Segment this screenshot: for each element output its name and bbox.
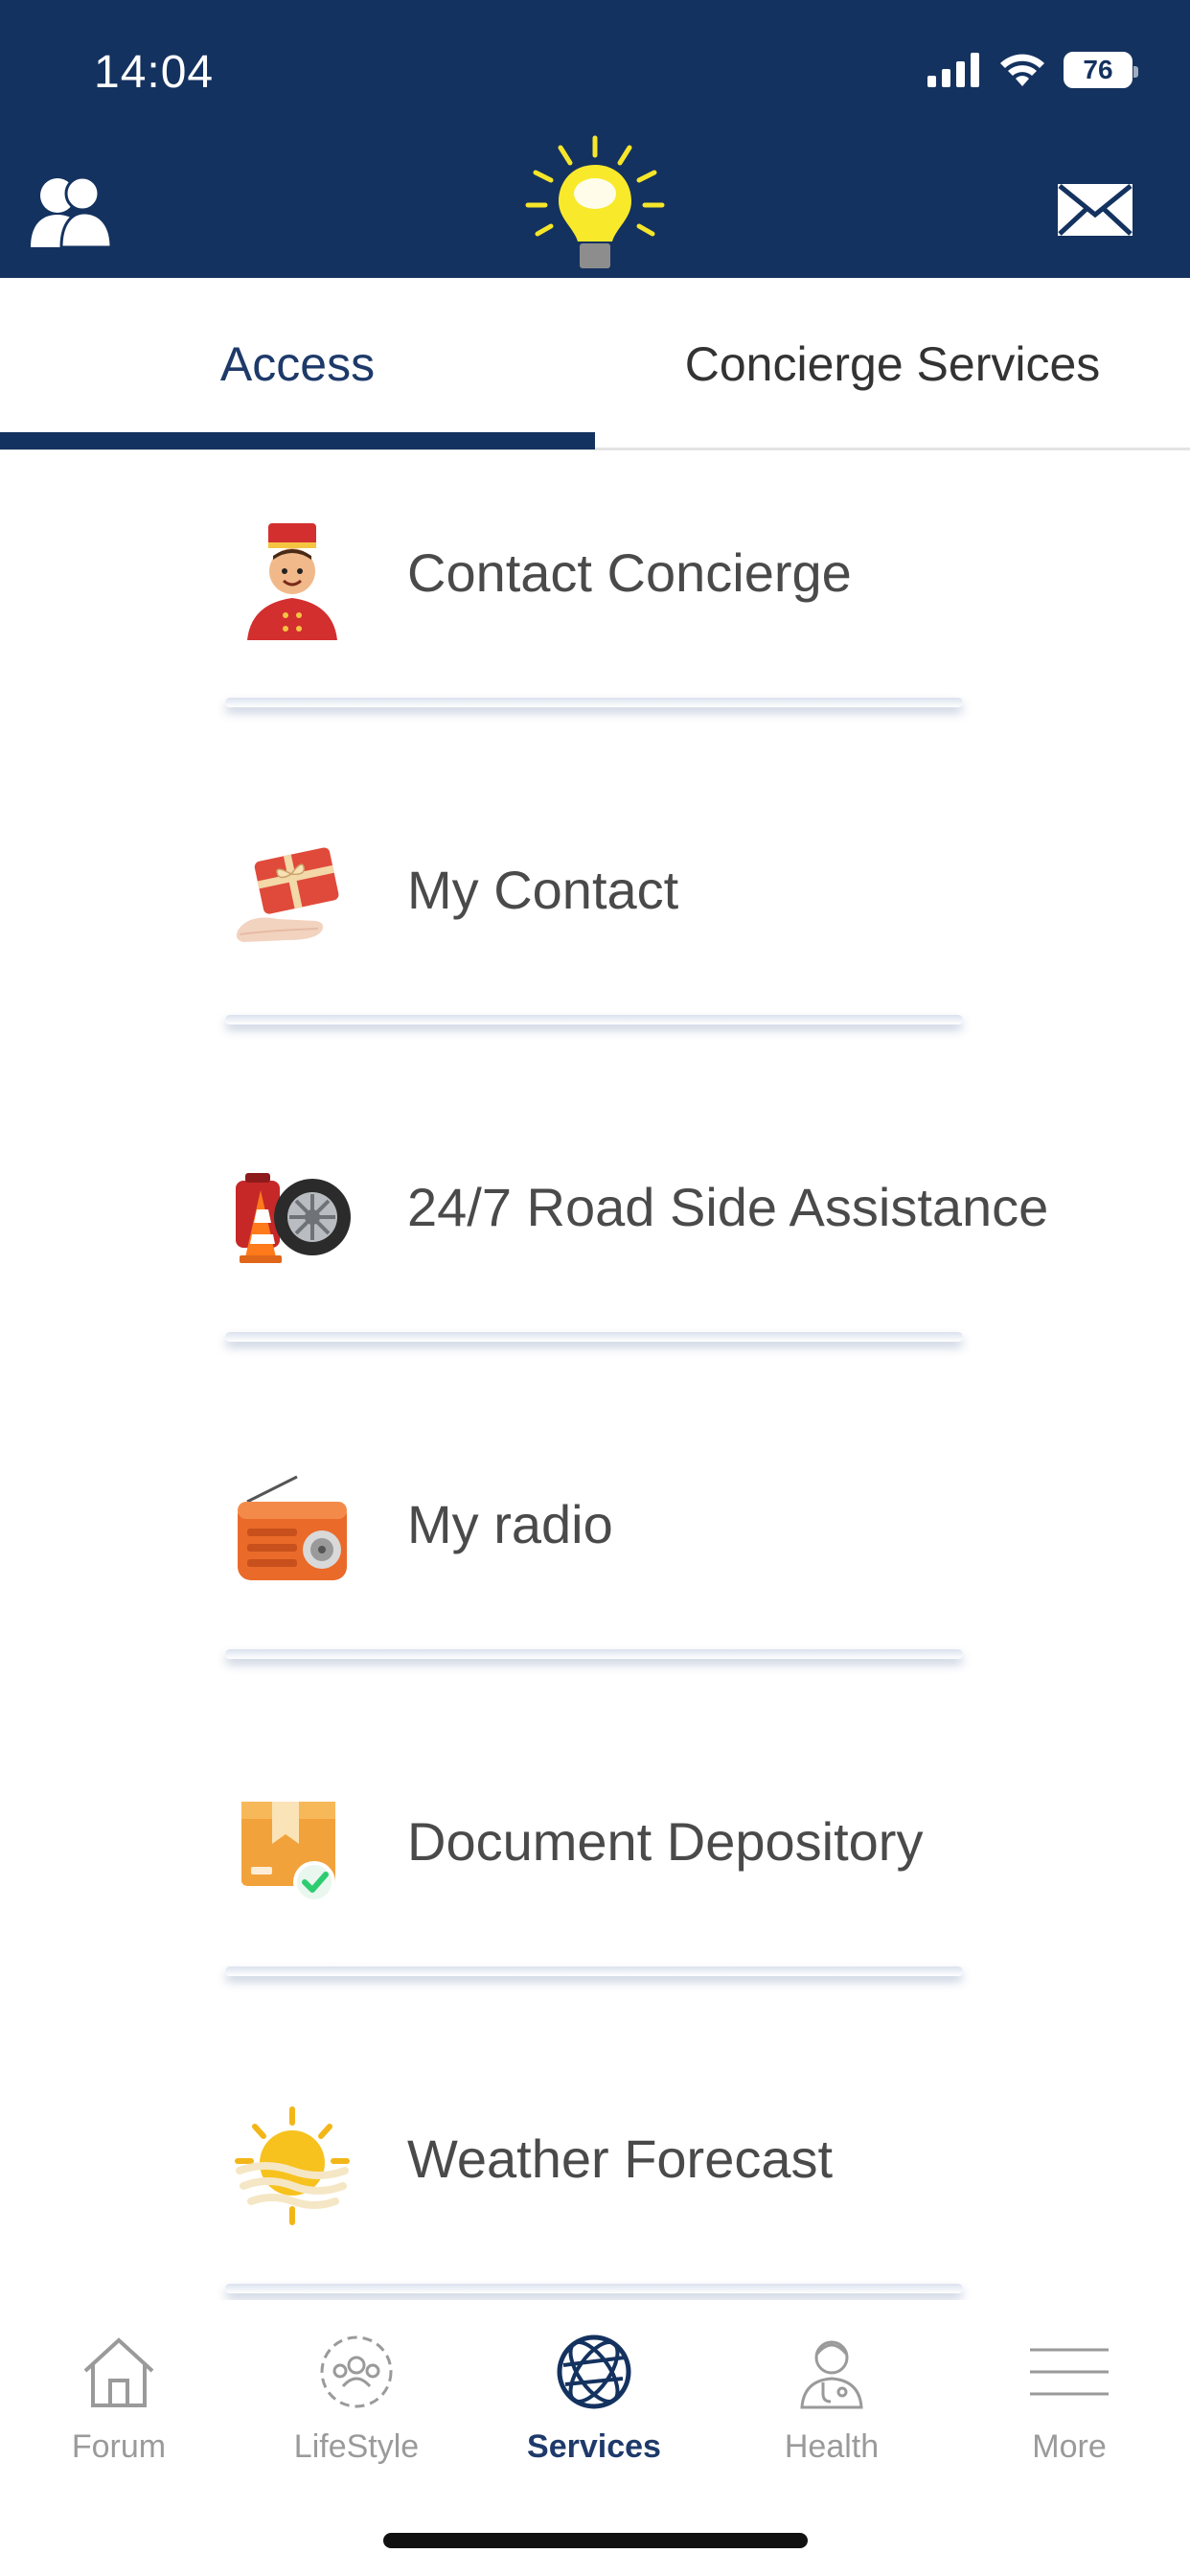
item-label: Contact Concierge <box>407 542 852 603</box>
tab-concierge-services[interactable]: Concierge Services <box>595 278 1190 450</box>
radio-icon <box>238 1475 347 1580</box>
nav-label: Services <box>527 2428 661 2465</box>
document-box-icon <box>241 1802 335 1903</box>
services-list: Contact Concierge My Contact 24/7 Road S… <box>0 460 1190 2363</box>
item-divider <box>225 1015 963 1024</box>
app-header: 14:04 76 <box>0 0 1190 278</box>
list-item-my-contact[interactable]: My Contact <box>0 777 1190 1094</box>
item-label: My radio <box>407 1494 613 1554</box>
item-divider <box>225 1966 963 1976</box>
status-icons: 76 <box>927 52 1138 88</box>
nav-label: Forum <box>71 2428 167 2465</box>
item-divider <box>225 1332 963 1342</box>
bellboy-icon <box>247 523 337 640</box>
gift-card-hand-icon <box>236 847 339 942</box>
nav-label: More <box>1032 2428 1107 2465</box>
list-item-my-radio[interactable]: My radio <box>0 1412 1190 1729</box>
item-divider <box>225 1649 963 1659</box>
status-time: 14:04 <box>94 47 215 98</box>
item-label: 24/7 Road Side Assistance <box>407 1177 1049 1237</box>
wifi-icon <box>1000 54 1044 86</box>
mail-icon[interactable] <box>1056 182 1134 238</box>
community-icon <box>320 2335 393 2408</box>
doctor-icon <box>800 2340 863 2409</box>
list-item-road-side-assistance[interactable]: 24/7 Road Side Assistance <box>0 1094 1190 1412</box>
item-label: Weather Forecast <box>407 2128 834 2189</box>
nav-health[interactable]: Health <box>713 2329 950 2501</box>
lightbulb-logo <box>525 135 665 268</box>
home-icon <box>83 2337 154 2407</box>
users-icon[interactable] <box>29 172 113 249</box>
active-tab-indicator <box>0 432 595 449</box>
tab-access[interactable]: Access <box>0 278 595 450</box>
nav-label: LifeStyle <box>293 2428 420 2465</box>
list-item-contact-concierge[interactable]: Contact Concierge <box>0 460 1190 777</box>
sun-weather-icon <box>235 2106 350 2225</box>
item-label: My Contact <box>407 860 679 920</box>
home-indicator[interactable] <box>383 2533 808 2548</box>
tire-cone-icon <box>236 1173 351 1263</box>
menu-icon <box>1030 2348 1109 2396</box>
list-item-document-depository[interactable]: Document Depository <box>0 1729 1190 2046</box>
battery-indicator: 76 <box>1064 52 1138 88</box>
item-divider <box>225 698 963 707</box>
nav-lifestyle[interactable]: LifeStyle <box>238 2329 475 2501</box>
signal-icon <box>927 53 979 87</box>
nav-label: Health <box>784 2428 880 2465</box>
nav-forum[interactable]: Forum <box>0 2329 238 2501</box>
globe-icon <box>557 2334 631 2409</box>
nav-services[interactable]: Services <box>475 2329 713 2501</box>
item-divider <box>225 2284 963 2293</box>
nav-more[interactable]: More <box>950 2329 1188 2501</box>
item-label: Document Depository <box>407 1811 924 1872</box>
tab-bar: Access Concierge Services <box>0 278 1190 450</box>
